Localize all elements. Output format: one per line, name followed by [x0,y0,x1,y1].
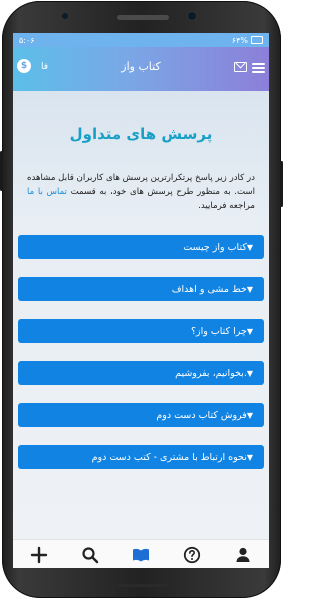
search-icon[interactable] [81,546,99,564]
status-bar: ۵:۰۶ ۶۴% [13,33,269,47]
screen: ۵:۰۶ ۶۴% $ فا کتاب واز پرسش های متداول د… [13,33,269,568]
intro-tail: مراجعه فرمایید. [198,201,255,211]
battery-icon [251,36,263,44]
earpiece-speaker [117,15,169,20]
faq-item[interactable]: خط مشی و اهداف ▼ [18,277,264,301]
bottom-nav [13,539,269,568]
power-button [280,161,283,207]
home-indicator [118,584,168,587]
help-icon[interactable] [183,546,201,564]
app-bar: $ فا کتاب واز [13,47,269,91]
chevron-down-icon: ▼ [246,410,253,420]
menu-icon[interactable] [252,61,265,73]
user-icon[interactable] [234,546,252,564]
sensor [62,13,68,19]
chevron-down-icon: ▼ [246,368,253,378]
chevron-down-icon: ▼ [246,452,253,462]
main-content: پرسش های متداول در کادر زیر پاسخ پرتکرار… [13,91,269,539]
battery-indicator: ۶۴% [232,36,263,45]
battery-level: ۶۴% [231,35,248,45]
chevron-down-icon: ▼ [246,326,253,336]
book-icon[interactable] [132,546,150,564]
faq-label: کتاب واز چیست [183,241,247,253]
app-title: کتاب واز [121,60,161,73]
contact-link[interactable]: تماس با ما [27,187,67,197]
faq-item[interactable]: کتاب واز چیست ▼ [18,235,264,259]
faq-item[interactable]: بخوانیم، بفروشیم. ▼ [18,361,264,385]
faq-label: خط مشی و اهداف [171,283,247,295]
faq-label: چرا کتاب واز؟ [190,325,247,337]
faq-item[interactable]: فروش کتاب دست دوم ▼ [18,403,264,427]
faq-label: فروش کتاب دست دوم [156,409,247,421]
mail-icon[interactable] [234,62,247,72]
volume-button [0,151,3,191]
status-time: ۵:۰۶ [19,35,35,45]
faq-item[interactable]: چرا کتاب واز؟ ▼ [18,319,264,343]
page-title: پرسش های متداول [69,125,213,143]
front-camera [188,12,196,20]
add-icon[interactable] [30,546,48,564]
faq-label: بخوانیم، بفروشیم. [175,367,247,379]
intro-text: در کادر زیر پاسخ پرتکرارترین پرسش های کا… [27,171,255,213]
chevron-down-icon: ▼ [246,242,253,252]
chevron-down-icon: ▼ [246,284,253,294]
faq-item[interactable]: نحوه ارتباط با مشتری - کتب دست دوم ▼ [18,445,264,469]
faq-label: نحوه ارتباط با مشتری - کتب دست دوم [91,451,247,463]
